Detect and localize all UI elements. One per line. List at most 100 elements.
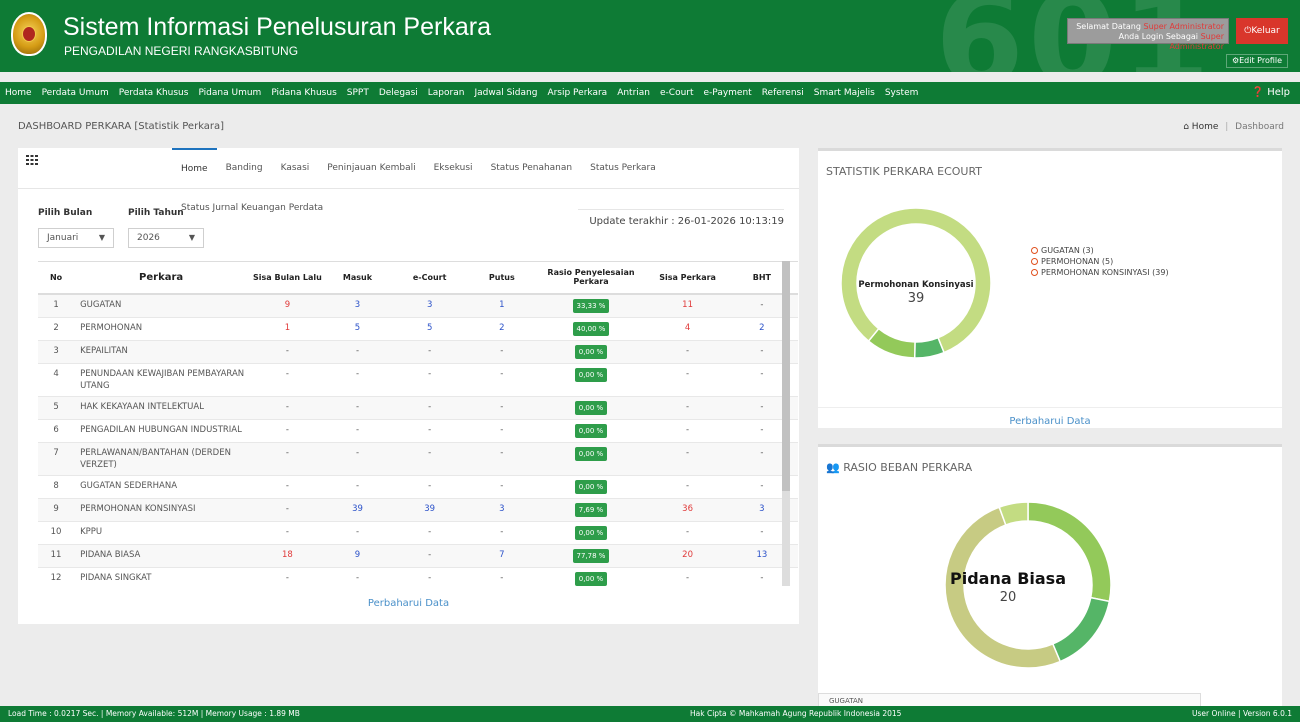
help-button[interactable]: ❓ Help [1252,82,1290,104]
table-cell: - [248,442,327,476]
perkara-table-wrap[interactable]: No Perkara Sisa Bulan Lalu Masuk e-Court… [38,261,810,586]
rasio-cell: 0,00 % [532,396,650,420]
table-cell: 1 [38,293,75,318]
footer-version: User Online | Version 6.0.1 [1191,709,1292,718]
rasio-badge: 77,78 % [572,548,610,563]
table-cell: - [471,340,533,364]
bulan-select[interactable]: Januari ▼ [38,228,114,248]
breadcrumb-current: Dashboard [1235,122,1284,132]
table-cell: 5 [38,396,75,420]
perkara-name: PIDANA SINGKAT [74,567,249,586]
tahun-select[interactable]: 2026 ▼ [128,228,204,248]
table-cell: - [248,363,327,397]
tab-status-perkara[interactable]: Status Perkara [581,148,665,188]
nav-perdata-khusus[interactable]: Perdata Khusus [114,82,194,104]
perkara-name: PERLAWANAN/BANTAHAN (DERDEN VERZET) [74,442,249,476]
nav-pidana-umum[interactable]: Pidana Umum [193,82,266,104]
refresh-ecourt-link[interactable]: Perbaharui Data [818,407,1282,427]
rasio-panel: 👥 RASIO BEBAN PERKARA Pidana Biasa 20 GU… [818,444,1282,709]
table-cell: - [388,363,472,397]
rasio-cell: 0,00 % [532,419,650,443]
tab-status-penahanan[interactable]: Status Penahanan [482,148,582,188]
nav-arsip-perkara[interactable]: Arsip Perkara [542,82,612,104]
nav-pidana-khusus[interactable]: Pidana Khusus [266,82,341,104]
table-cell: 4 [38,363,75,397]
table-cell: - [248,340,327,364]
tab-eksekusi[interactable]: Eksekusi [425,148,482,188]
table-cell: 3 [326,293,389,318]
table-cell: 36 [649,498,726,522]
rasio-cell: 0,00 % [532,475,650,499]
last-updated: Update terakhir : 26-01-2026 10:13:19 [578,209,784,233]
rasio-badge: 0,00 % [574,479,608,494]
nav-referensi[interactable]: Referensi [757,82,809,104]
table-cell: - [248,498,327,522]
table-row: 3 KEPAILITAN - - - -0,00 % - - [38,340,798,364]
table-row: 1 GUGATAN 9 3 3 1 33,33 % 11- [38,293,798,318]
nav-smart-majelis[interactable]: Smart Majelis [809,82,880,104]
nav-sppt[interactable]: SPPT [342,82,374,104]
refresh-table-link[interactable]: Perbaharui Data [18,598,799,609]
table-cell: 9 [326,544,389,568]
table-cell: 3 [388,293,472,318]
table-cell: - [326,521,389,545]
rasio-center-label: Pidana Biasa [949,569,1066,588]
tab-peninjauan-kembali[interactable]: Peninjauan Kembali [318,148,424,188]
help-icon: ❓ [1251,87,1264,98]
perkara-name: PIDANA BIASA [74,544,249,568]
perkara-table: No Perkara Sisa Bulan Lalu Masuk e-Court… [38,261,798,586]
table-cell: - [388,567,472,586]
grid-menu-icon[interactable] [26,155,38,165]
legend-item[interactable]: PERMOHONAN KONSINYASI (39) [1031,267,1169,278]
table-cell: - [326,363,389,397]
nav-system[interactable]: System [880,82,924,104]
circle-icon [1031,247,1038,254]
tab-home[interactable]: Home [172,148,217,188]
tab-status-jurnal[interactable]: Status Jurnal Keuangan Perdata [172,188,332,228]
breadcrumb-home[interactable]: Home [1192,122,1219,132]
rasio-badge: 7,69 % [574,502,608,517]
nav-delegasi[interactable]: Delegasi [374,82,423,104]
table-cell: - [471,363,533,397]
table-cell: - [471,419,533,443]
nav-laporan[interactable]: Laporan [423,82,470,104]
tab-kasasi[interactable]: Kasasi [272,148,319,188]
legend-item[interactable]: PERMOHONAN (5) [1031,256,1169,267]
table-cell: - [649,396,726,420]
tab-banding[interactable]: Banding [217,148,272,188]
nav-home[interactable]: Home [0,82,37,104]
rasio-badge: 0,00 % [574,344,608,359]
table-row: 6 PENGADILAN HUBUNGAN INDUSTRIAL - - - -0,00 … [38,419,798,443]
perkara-name: PERMOHONAN KONSINYASI [74,498,249,522]
legend-item[interactable]: GUGATAN (3) [1031,245,1169,256]
table-scrollbar[interactable] [782,261,790,586]
table-cell: - [649,521,726,545]
welcome-box: Selamat Datang Super Administrator Anda … [1067,18,1229,51]
footer-load-time: Load Time : 0.0217 Sec. | Memory Availab… [8,709,300,718]
logout-button[interactable]: ⏻Keluar [1236,18,1288,44]
table-cell: 5 [326,317,389,341]
nav-antrian[interactable]: Antrian [612,82,655,104]
table-cell: 1 [471,293,533,318]
perkara-name: HAK KEKAYAAN INTELEKTUAL [74,396,249,420]
rasio-badge: 0,00 % [574,400,608,415]
nav-jadwal-sidang[interactable]: Jadwal Sidang [469,82,542,104]
table-cell: - [388,521,472,545]
nav-ecourt[interactable]: e-Court [655,82,699,104]
edit-profile-button[interactable]: ⚙Edit Profile [1226,54,1288,68]
main-navbar: Home Perdata Umum Perdata Khusus Pidana … [0,82,1300,104]
nav-epayment[interactable]: e-Payment [699,82,757,104]
perkara-name: PENGADILAN HUBUNGAN INDUSTRIAL [74,419,249,443]
welcome-user: Super Administrator [1143,22,1224,31]
table-cell: - [649,340,726,364]
ecourt-legend: GUGATAN (3) PERMOHONAN (5) PERMOHONAN KO… [1031,245,1169,278]
donut-slice-gugatan[interactable] [1051,596,1111,663]
table-cell: - [471,521,533,545]
rasio-cell: 0,00 % [532,340,650,364]
table-cell: - [471,475,533,499]
rasio-badge: 0,00 % [574,571,608,586]
nav-perdata-umum[interactable]: Perdata Umum [37,82,114,104]
rasio-badge: 0,00 % [574,423,608,438]
table-row: 8 GUGATAN SEDERHANA - - - -0,00 % - - [38,475,798,499]
col-masuk: Masuk [326,261,389,295]
